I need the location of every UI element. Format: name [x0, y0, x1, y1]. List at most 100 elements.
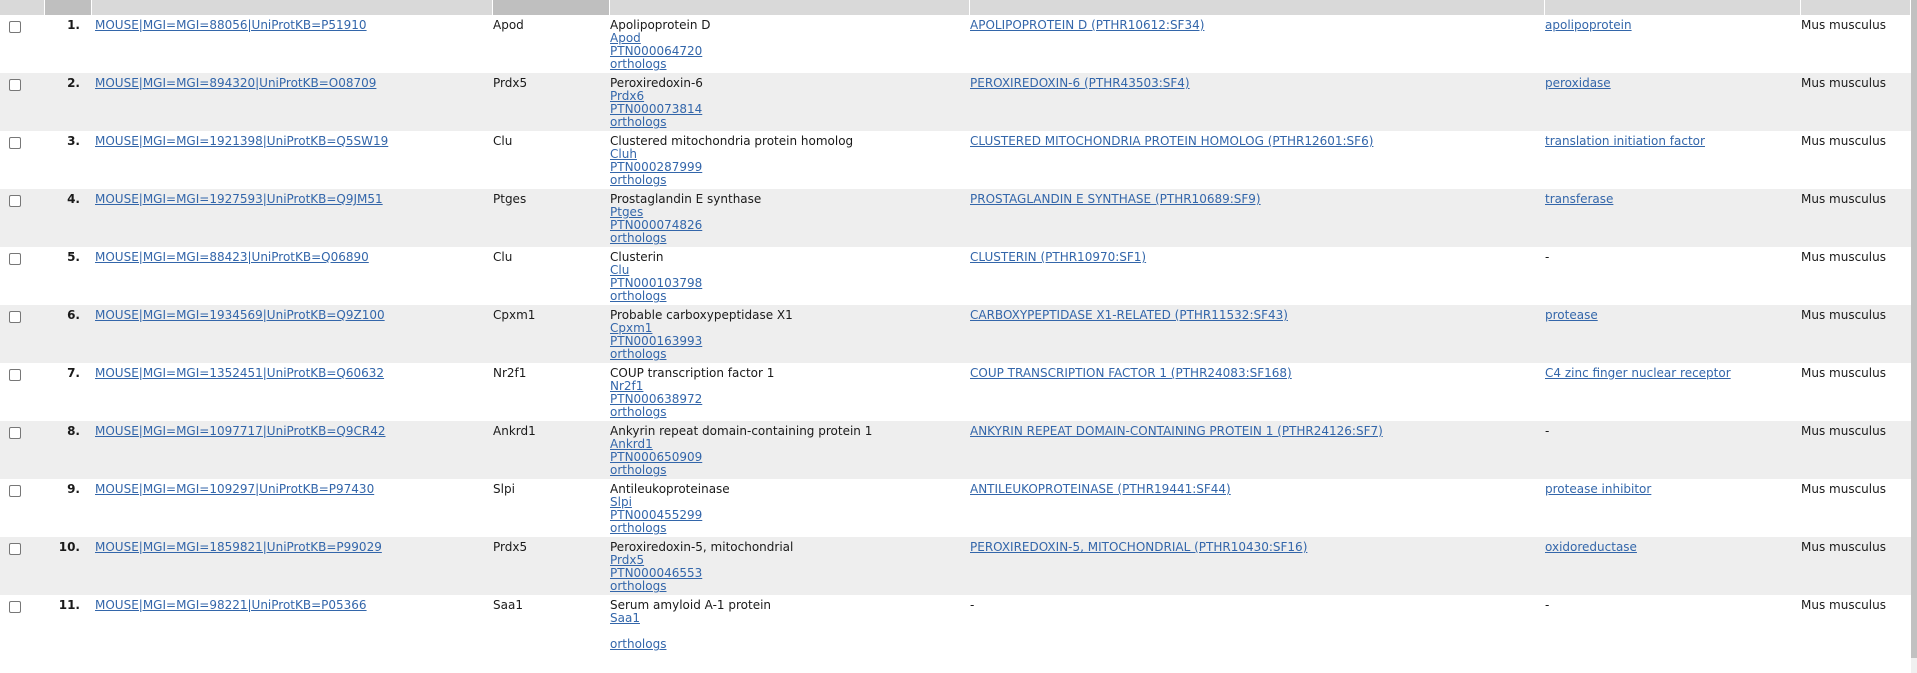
table-header: [0, 0, 1917, 15]
protein-class-link[interactable]: transferase: [1545, 192, 1613, 206]
gene-symbol-link[interactable]: Saa1: [610, 612, 966, 625]
gene-symbol: Saa1: [493, 598, 523, 612]
table-row: 3. MOUSE|MGI=MGI=1921398|UniProtKB=Q5SW1…: [0, 131, 1911, 189]
gene-id-link[interactable]: MOUSE|MGI=MGI=1927593|UniProtKB=Q9JM51: [95, 192, 383, 206]
species: Mus musculus: [1801, 308, 1886, 322]
panther-family: PEROXIREDOXIN-6 (PTHR43503:SF4): [970, 76, 1190, 90]
row-number: 9.: [67, 482, 80, 496]
panther-family-link[interactable]: COUP TRANSCRIPTION FACTOR 1 (PTHR24083:S…: [970, 366, 1292, 380]
row-checkbox[interactable]: [9, 253, 21, 265]
species: Mus musculus: [1801, 424, 1886, 438]
gene-name: Serum amyloid A-1 protein: [610, 598, 772, 612]
orthologs-link[interactable]: orthologs: [610, 464, 966, 477]
gene-name: Prostaglandin E synthase: [610, 192, 762, 206]
header-col-family[interactable]: [970, 0, 1545, 15]
protein-class: protease inhibitor: [1545, 482, 1651, 496]
orthologs-link[interactable]: orthologs: [610, 232, 966, 245]
row-checkbox[interactable]: [9, 79, 21, 91]
orthologs-link[interactable]: orthologs: [610, 116, 966, 129]
row-number: 5.: [67, 250, 80, 264]
orthologs-link[interactable]: orthologs: [610, 580, 966, 593]
header-col-symbol[interactable]: [493, 0, 610, 15]
header-col-num[interactable]: [45, 0, 92, 15]
species: Mus musculus: [1801, 18, 1886, 32]
gene-id-link[interactable]: MOUSE|MGI=MGI=1097717|UniProtKB=Q9CR42: [95, 424, 386, 438]
gene-id-link[interactable]: MOUSE|MGI=MGI=88056|UniProtKB=P51910: [95, 18, 367, 32]
panther-family-link[interactable]: CLUSTERIN (PTHR10970:SF1): [970, 250, 1146, 264]
panther-family: APOLIPOPROTEIN D (PTHR10612:SF34): [970, 18, 1204, 32]
row-number: 3.: [67, 134, 80, 148]
panther-family-link[interactable]: CLUSTERED MITOCHONDRIA PROTEIN HOMOLOG (…: [970, 134, 1373, 148]
panther-family: ANTILEUKOPROTEINASE (PTHR19441:SF44): [970, 482, 1231, 496]
panther-family-link[interactable]: ANKYRIN REPEAT DOMAIN-CONTAINING PROTEIN…: [970, 424, 1383, 438]
scrollbar-thumb[interactable]: [1911, 0, 1917, 658]
panther-family-link[interactable]: ANTILEUKOPROTEINASE (PTHR19441:SF44): [970, 482, 1231, 496]
header-col-select[interactable]: [0, 0, 45, 15]
species: Mus musculus: [1801, 250, 1886, 264]
panther-family-link[interactable]: PEROXIREDOXIN-5, MITOCHONDRIAL (PTHR1043…: [970, 540, 1307, 554]
table-row: 6. MOUSE|MGI=MGI=1934569|UniProtKB=Q9Z10…: [0, 305, 1911, 363]
protein-class-link[interactable]: protease: [1545, 308, 1598, 322]
protein-class-link[interactable]: protease inhibitor: [1545, 482, 1651, 496]
row-checkbox[interactable]: [9, 485, 21, 497]
gene-id-link[interactable]: MOUSE|MGI=MGI=1859821|UniProtKB=P99029: [95, 540, 382, 554]
header-col-gene-id[interactable]: [92, 0, 493, 15]
orthologs-link[interactable]: orthologs: [610, 348, 966, 361]
row-checkbox[interactable]: [9, 311, 21, 323]
gene-symbol: Prdx5: [493, 540, 528, 554]
protein-class: peroxidase: [1545, 76, 1611, 90]
protein-class-link[interactable]: translation initiation factor: [1545, 134, 1705, 148]
panther-family: CLUSTERIN (PTHR10970:SF1): [970, 250, 1146, 264]
gene-id-link[interactable]: MOUSE|MGI=MGI=98221|UniProtKB=P05366: [95, 598, 367, 612]
orthologs-link[interactable]: orthologs: [610, 638, 966, 651]
gene-name: Clustered mitochondria protein homolog: [610, 134, 854, 148]
row-checkbox[interactable]: [9, 601, 21, 613]
row-checkbox[interactable]: [9, 137, 21, 149]
gene-id-link[interactable]: MOUSE|MGI=MGI=894320|UniProtKB=O08709: [95, 76, 376, 90]
orthologs-link[interactable]: orthologs: [610, 522, 966, 535]
row-checkbox[interactable]: [9, 427, 21, 439]
orthologs-link[interactable]: orthologs: [610, 290, 966, 303]
gene-symbol: Nr2f1: [493, 366, 527, 380]
row-number: 4.: [67, 192, 80, 206]
orthologs-link[interactable]: orthologs: [610, 406, 966, 419]
gene-name: COUP transcription factor 1: [610, 366, 775, 380]
row-checkbox[interactable]: [9, 21, 21, 33]
panther-family-link[interactable]: PROSTAGLANDIN E SYNTHASE (PTHR10689:SF9): [970, 192, 1261, 206]
header-col-protein-class[interactable]: [1545, 0, 1801, 15]
orthologs-link[interactable]: orthologs: [610, 174, 966, 187]
row-number: 6.: [67, 308, 80, 322]
gene-id-link[interactable]: MOUSE|MGI=MGI=1934569|UniProtKB=Q9Z100: [95, 308, 385, 322]
header-col-gene-name[interactable]: [610, 0, 970, 15]
gene-symbol: Prdx5: [493, 76, 528, 90]
gene-symbol: Slpi: [493, 482, 515, 496]
gene-id-link[interactable]: MOUSE|MGI=MGI=109297|UniProtKB=P97430: [95, 482, 374, 496]
gene-name: Ankyrin repeat domain-containing protein…: [610, 424, 873, 438]
panther-family-link[interactable]: CARBOXYPEPTIDASE X1-RELATED (PTHR11532:S…: [970, 308, 1288, 322]
protein-class-link[interactable]: oxidoreductase: [1545, 540, 1637, 554]
vertical-scrollbar[interactable]: [1911, 0, 1917, 673]
gene-name: Antileukoproteinase: [610, 482, 730, 496]
panther-family-link[interactable]: APOLIPOPROTEIN D (PTHR10612:SF34): [970, 18, 1204, 32]
panther-family-link[interactable]: PEROXIREDOXIN-6 (PTHR43503:SF4): [970, 76, 1190, 90]
panther-family: PEROXIREDOXIN-5, MITOCHONDRIAL (PTHR1043…: [970, 540, 1307, 554]
gene-id-link[interactable]: MOUSE|MGI=MGI=1921398|UniProtKB=Q5SW19: [95, 134, 388, 148]
row-checkbox[interactable]: [9, 369, 21, 381]
gene-id-link[interactable]: MOUSE|MGI=MGI=88423|UniProtKB=Q06890: [95, 250, 369, 264]
species: Mus musculus: [1801, 366, 1886, 380]
protein-class-link[interactable]: C4 zinc finger nuclear receptor: [1545, 366, 1731, 380]
gene-symbol: Ptges: [493, 192, 527, 206]
protein-class-link[interactable]: peroxidase: [1545, 76, 1611, 90]
row-checkbox[interactable]: [9, 195, 21, 207]
panther-family: CLUSTERED MITOCHONDRIA PROTEIN HOMOLOG (…: [970, 134, 1373, 148]
header-col-species[interactable]: [1801, 0, 1911, 15]
gene-symbol: Apod: [493, 18, 524, 32]
results-table: 1. MOUSE|MGI=MGI=88056|UniProtKB=P51910 …: [0, 15, 1911, 653]
panther-family: CARBOXYPEPTIDASE X1-RELATED (PTHR11532:S…: [970, 308, 1288, 322]
protein-class: -: [1545, 424, 1550, 438]
orthologs-link[interactable]: orthologs: [610, 58, 966, 71]
gene-symbol: Clu: [493, 250, 513, 264]
row-checkbox[interactable]: [9, 543, 21, 555]
gene-id-link[interactable]: MOUSE|MGI=MGI=1352451|UniProtKB=Q60632: [95, 366, 384, 380]
protein-class-link[interactable]: apolipoprotein: [1545, 18, 1632, 32]
